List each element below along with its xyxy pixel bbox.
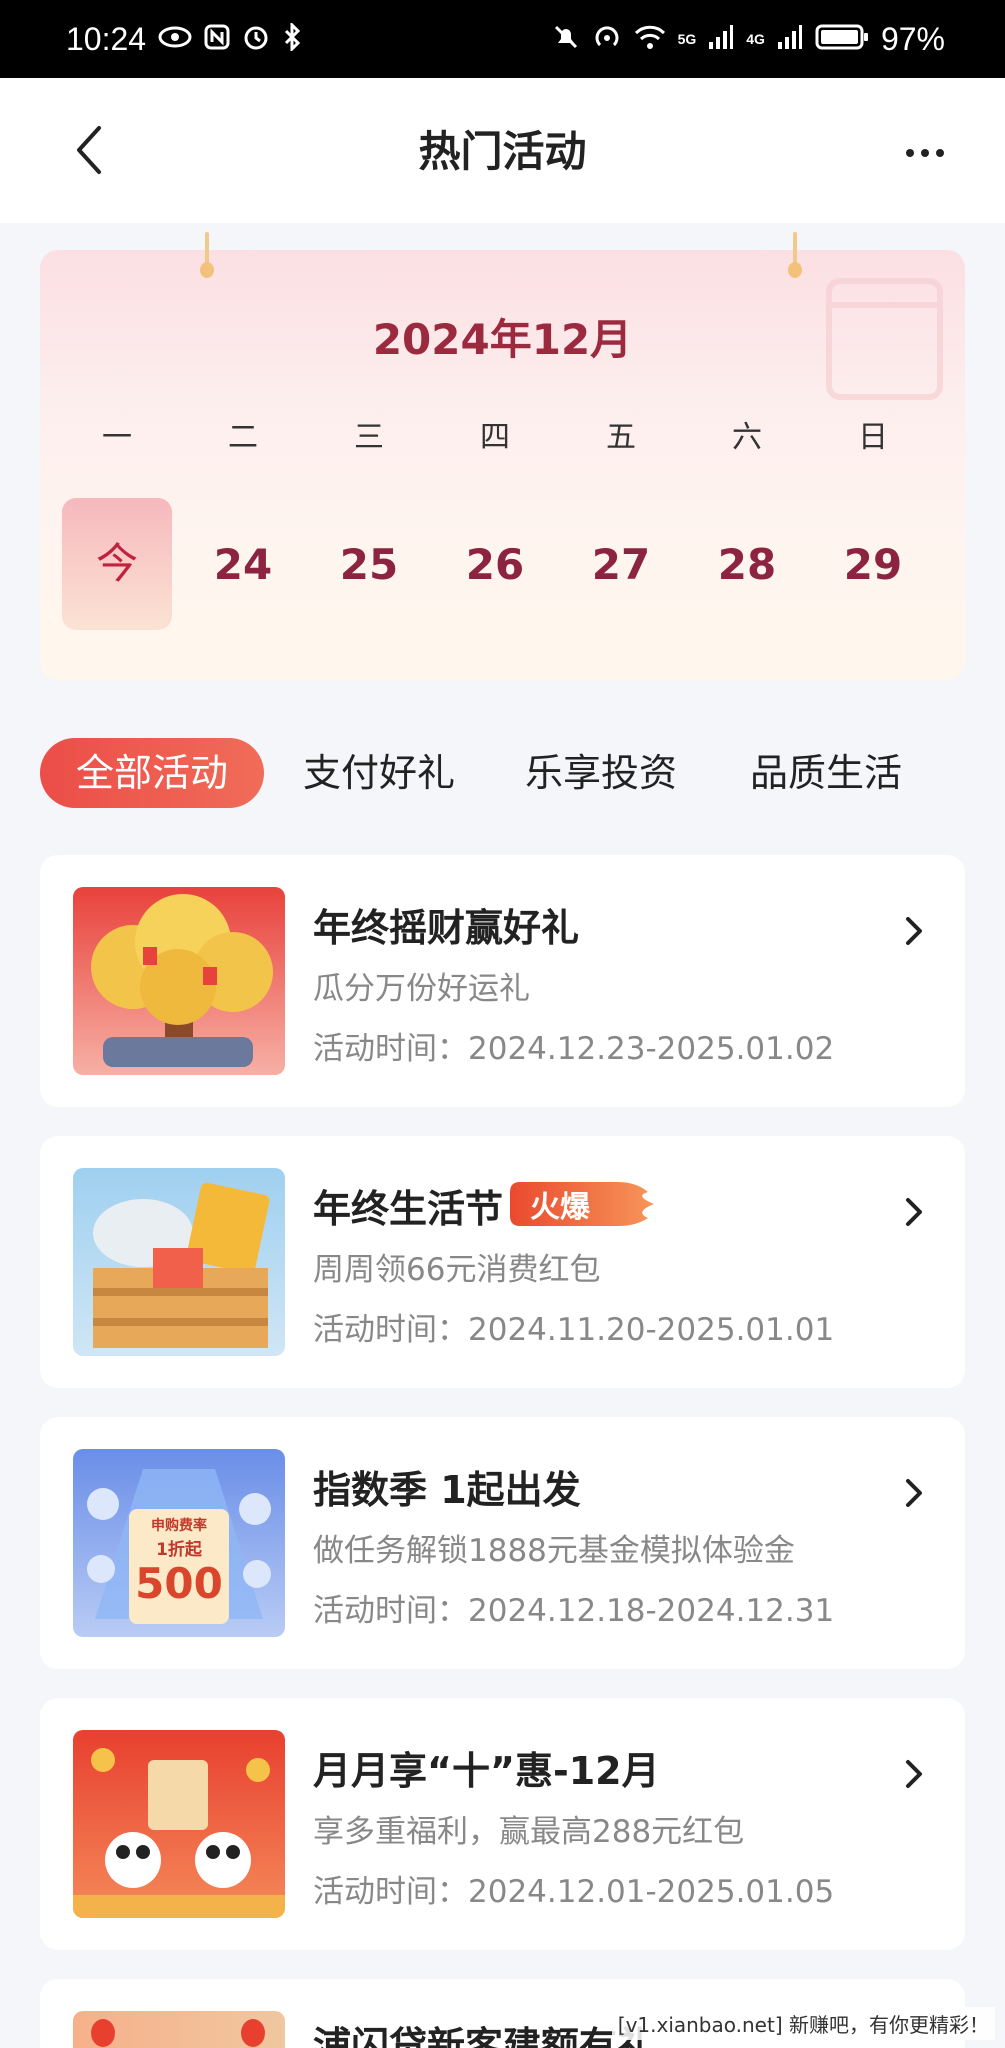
activity-thumbnail (73, 2011, 285, 2048)
more-dots-icon (906, 149, 914, 157)
hotspot-icon (592, 23, 622, 55)
activity-title: 浦闪贷新客建额有礼 (313, 2024, 656, 2048)
hot-badge: 火爆 (508, 1178, 658, 1230)
chevron-right-icon (899, 1754, 929, 1794)
calendar-day[interactable]: 29 (818, 540, 928, 589)
signal-icon (777, 24, 803, 54)
eye-icon (158, 25, 192, 53)
tab-quality-life[interactable]: 品质生活 (750, 738, 902, 808)
category-tabs: 全部活动 支付好礼 乐享投资 品质生活 (40, 738, 965, 808)
weekday-label: 一 (102, 420, 132, 455)
activity-subtitle: 瓜分万份好运礼 (313, 971, 530, 1007)
chevron-right-icon (899, 1473, 929, 1513)
activity-thumbnail (73, 1730, 285, 1918)
calendar-day[interactable]: 25 (314, 540, 424, 589)
signal-icon (708, 24, 734, 54)
status-time: 10:24 (66, 20, 147, 57)
calendar-day[interactable]: 26 (440, 540, 550, 589)
calendar-day[interactable]: 24 (188, 540, 298, 589)
network-5g-label: 5G (677, 31, 697, 47)
activity-thumbnail (73, 887, 285, 1075)
day-row: 今 24 25 26 27 28 29 (62, 498, 928, 630)
activity-subtitle: 享多重福利，赢最高288元红包 (313, 1814, 745, 1850)
activity-subtitle: 做任务解锁1888元基金模拟体验金 (313, 1533, 795, 1569)
weekday-label: 三 (354, 420, 384, 455)
more-button[interactable] (895, 128, 955, 178)
weekday-label: 二 (228, 420, 258, 455)
thumb-text-number: 500 (135, 1559, 223, 1608)
activity-time: 活动时间：2024.12.23-2025.01.02 (313, 1031, 835, 1067)
tab-payment-gifts[interactable]: 支付好礼 (303, 738, 455, 808)
page-title: 热门活动 (418, 127, 587, 176)
network-4g-label: 4G (746, 31, 765, 47)
calendar-day[interactable]: 27 (566, 540, 676, 589)
wifi-icon (634, 24, 666, 54)
calendar-day-today[interactable]: 今 (62, 498, 172, 630)
activity-title: 指数季 1起出发 (313, 1468, 581, 1512)
activity-subtitle: 周周领66元消费红包 (313, 1252, 601, 1288)
pin-icon (200, 232, 214, 282)
hot-badge-label: 火爆 (530, 1190, 590, 1225)
thumb-text-fee: 申购费率 (151, 1518, 207, 1534)
activity-time: 活动时间：2024.11.20-2025.01.01 (313, 1312, 835, 1348)
calendar-month-title: 2024年12月 (372, 315, 633, 364)
nav-bar: 热门活动 (0, 78, 1005, 223)
activity-title: 月月享“十”惠-12月 (313, 1749, 660, 1793)
calendar-day[interactable]: 28 (692, 540, 802, 589)
calendar-card: 2024年12月 一 二 三 四 五 六 日 今 24 25 26 27 28 … (40, 232, 965, 680)
weekday-label: 六 (732, 420, 762, 455)
tab-investment[interactable]: 乐享投资 (525, 738, 677, 808)
activity-thumbnail (73, 1168, 285, 1356)
chevron-right-icon (899, 911, 929, 951)
watermark: [v1.xianbao.net] 新赚吧，有你更精彩！ (611, 2007, 995, 2040)
activity-card[interactable]: 年终摇财赢好礼 瓜分万份好运礼 活动时间：2024.12.23-2025.01.… (40, 855, 965, 1107)
bluetooth-icon (282, 21, 302, 55)
activity-title: 年终生活节 (313, 1187, 504, 1231)
tab-all-activities[interactable]: 全部活动 (40, 738, 264, 808)
activity-card[interactable]: 申购费率 1折起 500 指数季 1起出发 做任务解锁1888元基金模拟体验金 … (40, 1417, 965, 1669)
weekday-label: 四 (480, 420, 510, 455)
weekday-label: 日 (858, 420, 888, 455)
activity-card[interactable]: 年终生活节 火爆 周周领66元消费红包 活动时间：2024.11.20-2025… (40, 1136, 965, 1388)
weekday-row: 一 二 三 四 五 六 日 (62, 412, 928, 462)
weekday-label: 五 (606, 420, 636, 455)
nfc-icon (204, 24, 230, 54)
mute-icon (552, 23, 580, 55)
activity-card[interactable]: 月月享“十”惠-12月 享多重福利，赢最高288元红包 活动时间：2024.12… (40, 1698, 965, 1950)
battery-percent: 97% (880, 20, 945, 57)
status-bar: 10:24 5G 4G 97% (0, 0, 1005, 78)
activity-thumbnail: 申购费率 1折起 500 (73, 1449, 285, 1637)
alarm-icon (242, 23, 270, 55)
chevron-right-icon (899, 1192, 929, 1232)
thumb-text-discount: 1折起 (156, 1540, 202, 1560)
activity-title: 年终摇财赢好礼 (313, 906, 580, 950)
battery-icon (815, 23, 869, 55)
activity-time: 活动时间：2024.12.18-2024.12.31 (313, 1593, 835, 1629)
pin-icon (788, 232, 802, 282)
activity-time: 活动时间：2024.12.01-2025.01.05 (313, 1874, 835, 1910)
